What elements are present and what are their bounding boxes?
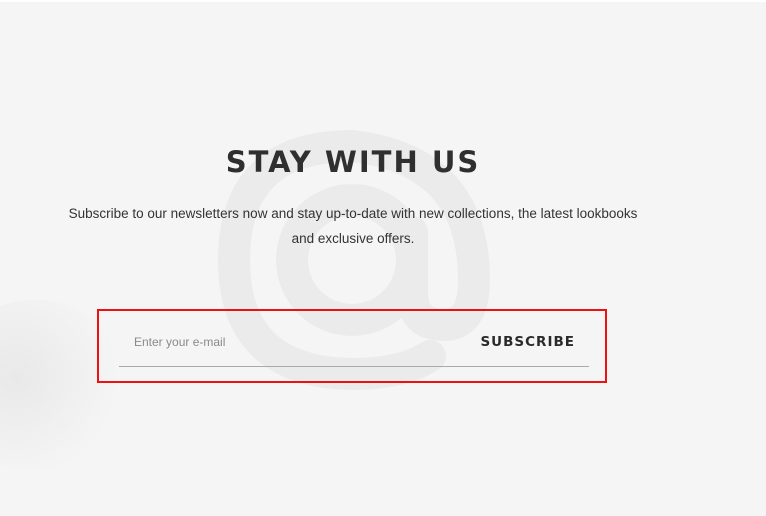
subscribe-button[interactable]: SUBSCRIBE (470, 322, 589, 362)
newsletter-title: STAY WITH US (225, 145, 481, 179)
email-input[interactable] (119, 322, 471, 362)
newsletter-description: Subscribe to our newsletters now and sta… (68, 206, 638, 246)
newsletter-section: STAY WITH US Subscribe to our newsletter… (0, 0, 766, 516)
newsletter-content: STAY WITH US Subscribe to our newsletter… (0, 0, 766, 516)
subscribe-form: SUBSCRIBE (119, 318, 589, 367)
